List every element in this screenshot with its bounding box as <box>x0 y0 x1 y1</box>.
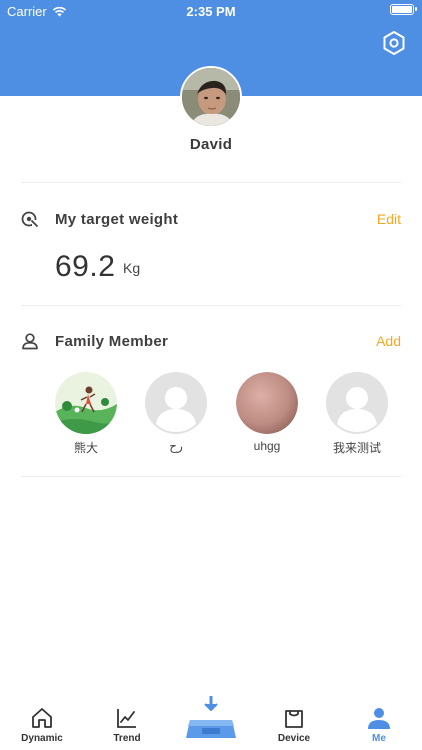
target-weight-header: My target weight Edit <box>21 207 401 231</box>
settings-hexagon-icon[interactable] <box>381 30 407 56</box>
status-bar: Carrier 2:35 PM <box>0 0 422 22</box>
divider <box>21 305 401 306</box>
member-avatar <box>236 372 298 434</box>
family-member-list: 熊大 رح uhgg 我来测试 <box>55 372 395 462</box>
tab-trend[interactable]: Trend <box>97 706 157 744</box>
tab-label: Trend <box>113 733 141 744</box>
family-title: Family Member <box>55 332 169 350</box>
tab-bar: Dynamic Trend Device Me <box>0 694 422 750</box>
member-avatar-placeholder-icon <box>145 372 207 434</box>
family-member[interactable]: 熊大 <box>55 372 117 456</box>
family-member[interactable]: uhgg <box>236 372 298 453</box>
avatar-photo <box>182 68 240 126</box>
username: David <box>189 136 233 153</box>
edit-target-button[interactable]: Edit <box>377 211 401 227</box>
scale-sync-button[interactable] <box>184 694 238 744</box>
divider <box>21 476 401 477</box>
chart-icon <box>117 709 136 728</box>
target-weight-value: 69.2 <box>55 250 116 283</box>
bag-icon <box>285 710 303 728</box>
person-outline-icon <box>22 333 38 350</box>
avatar[interactable] <box>180 66 242 128</box>
divider <box>21 182 401 183</box>
tab-label: Me <box>372 733 386 744</box>
tab-device[interactable]: Device <box>264 706 324 744</box>
member-name: رح <box>169 439 183 453</box>
family-member[interactable]: رح <box>145 372 207 453</box>
add-member-button[interactable]: Add <box>376 333 401 349</box>
target-icon <box>21 211 39 228</box>
family-member[interactable]: 我来测试 <box>326 372 388 456</box>
target-weight-unit: Kg <box>123 260 141 276</box>
family-header: Family Member Add <box>21 329 401 353</box>
battery-icon <box>390 4 417 15</box>
member-avatar <box>55 372 117 434</box>
tab-me[interactable]: Me <box>349 706 409 744</box>
tab-label: Dynamic <box>21 733 63 744</box>
status-time: 2:35 PM <box>186 4 236 19</box>
house-icon <box>32 708 52 728</box>
member-name: 熊大 <box>73 441 98 455</box>
scale-sync-icon <box>186 694 236 738</box>
member-name: uhgg <box>253 439 281 453</box>
tab-dynamic[interactable]: Dynamic <box>12 706 72 744</box>
member-name: 我来测试 <box>332 441 381 455</box>
tab-label: Device <box>277 733 311 744</box>
target-weight-title: My target weight <box>55 210 179 228</box>
person-icon <box>368 708 390 729</box>
member-avatar-placeholder-icon <box>326 372 388 434</box>
